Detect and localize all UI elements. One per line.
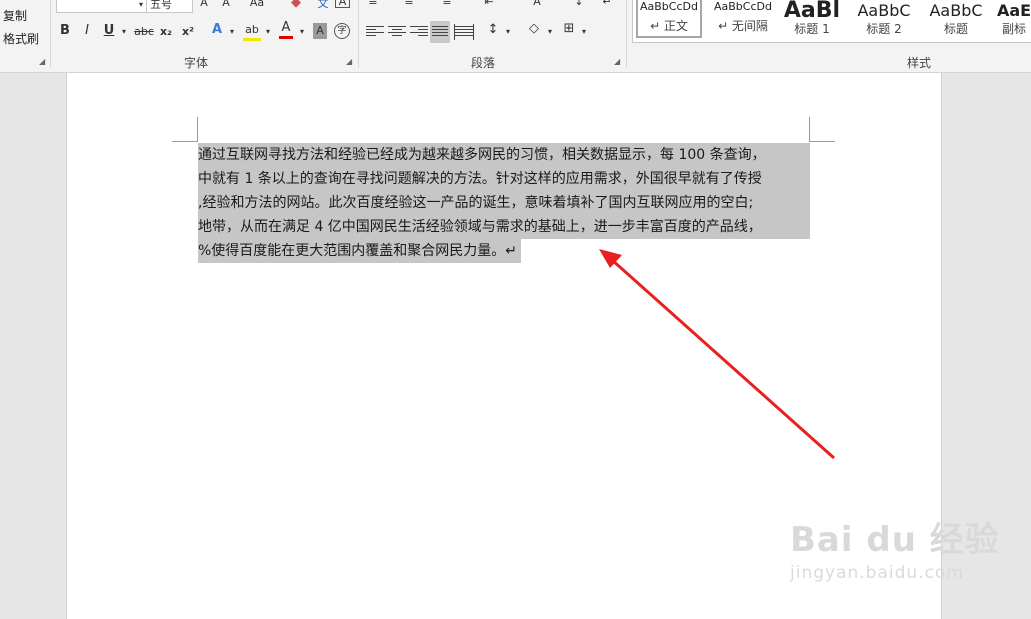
baidu-watermark: Bai du 经验 jingyan.baidu.com xyxy=(790,512,1000,583)
watermark-url: jingyan.baidu.com xyxy=(790,563,964,583)
watermark-logo: Bai du 经验 xyxy=(790,520,1000,560)
arrow-shaft xyxy=(611,258,835,460)
